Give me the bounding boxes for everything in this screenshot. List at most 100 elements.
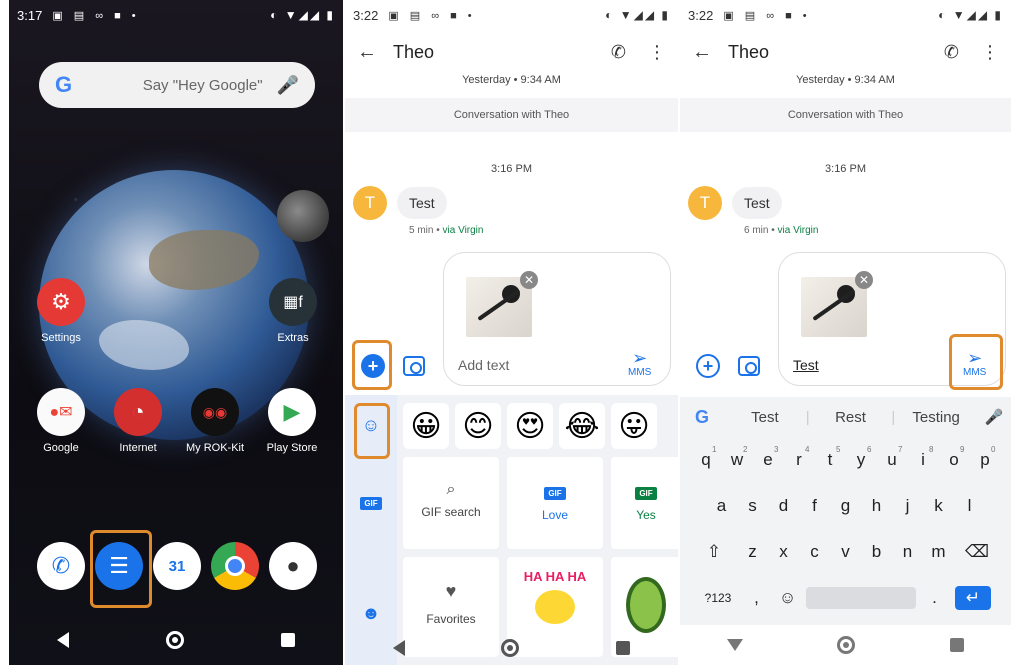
key-s[interactable]: s: [737, 489, 768, 523]
recents-icon[interactable]: [949, 638, 964, 652]
key-l[interactable]: l: [954, 489, 985, 523]
gif-search-card[interactable]: ⌕ GIF search: [403, 457, 499, 549]
gif-love-card[interactable]: GIF Love: [507, 457, 603, 549]
period-key[interactable]: .: [919, 581, 950, 615]
key-r[interactable]: r4: [784, 443, 815, 477]
compose-input[interactable]: Test: [793, 357, 819, 373]
back-icon[interactable]: [57, 632, 70, 648]
home-icon[interactable]: [837, 636, 856, 654]
google-g-icon[interactable]: G: [680, 407, 724, 428]
key-d[interactable]: d: [768, 489, 799, 523]
calendar-dock-icon[interactable]: 31: [153, 542, 201, 590]
emoji-grinning[interactable]: 😀: [403, 403, 449, 449]
nav-bar: [9, 615, 343, 665]
more-options-icon[interactable]: ⋮: [981, 42, 999, 63]
key-h[interactable]: h: [861, 489, 892, 523]
key-w[interactable]: w2: [722, 443, 753, 477]
key-a[interactable]: a: [706, 489, 737, 523]
suggestion-2[interactable]: Rest: [810, 409, 892, 426]
app-settings[interactable]: ⚙ Settings: [21, 278, 101, 344]
app-play-store[interactable]: ▶ Play Store: [252, 388, 332, 454]
google-search-bar[interactable]: G Say "Hey Google" 🎤: [39, 62, 315, 108]
add-attachment-plus-icon[interactable]: +: [696, 354, 720, 378]
camera-icon[interactable]: [738, 356, 760, 376]
emoji-tears-of-joy[interactable]: 😂: [559, 403, 605, 449]
key-g[interactable]: g: [830, 489, 861, 523]
compose-box[interactable]: ✕ Add text ➢ MMS: [443, 252, 671, 386]
conversation-title: Theo: [393, 41, 435, 62]
comma-key[interactable]: ,: [741, 581, 772, 615]
key-q[interactable]: q1: [691, 443, 722, 477]
status-time: 3:17: [17, 7, 43, 23]
key-y[interactable]: y6: [846, 443, 877, 477]
recents-icon[interactable]: [615, 641, 630, 655]
mic-icon[interactable]: 🎤: [977, 408, 1011, 426]
app-google[interactable]: ●✉ Google: [21, 388, 101, 454]
chrome-dock-icon[interactable]: [211, 542, 259, 590]
gif-yes-card[interactable]: GIF Yes: [611, 457, 678, 549]
system-icons: ◐ ▼◢◢ ▮: [605, 8, 670, 22]
space-key[interactable]: [803, 581, 919, 615]
key-m[interactable]: m: [923, 535, 954, 569]
avatar[interactable]: T: [688, 186, 722, 220]
message-bubble[interactable]: Test: [732, 187, 782, 219]
key-z[interactable]: z: [737, 535, 768, 569]
key-b[interactable]: b: [861, 535, 892, 569]
camera-icon[interactable]: [403, 356, 425, 376]
app-extras[interactable]: ▦f Extras: [253, 278, 333, 344]
key-f[interactable]: f: [799, 489, 830, 523]
symbols-key[interactable]: ?123: [695, 581, 741, 615]
key-j[interactable]: j: [892, 489, 923, 523]
shift-key-icon[interactable]: ⇧: [691, 535, 737, 569]
enter-key-icon[interactable]: ↵: [950, 581, 996, 615]
google-logo-icon: G: [55, 72, 73, 97]
send-mms-button[interactable]: ➢ MMS: [628, 349, 651, 378]
key-u[interactable]: u7: [877, 443, 908, 477]
suggestion-3[interactable]: Testing: [895, 409, 977, 426]
home-icon[interactable]: [165, 631, 184, 649]
key-p[interactable]: p0: [970, 443, 1001, 477]
key-o[interactable]: o9: [939, 443, 970, 477]
back-icon[interactable]: [393, 640, 406, 656]
key-e[interactable]: e3: [753, 443, 784, 477]
notification-icons: ▣ ▤ ∞ ■ •: [388, 9, 476, 22]
timestamp-top: Yesterday • 9:34 AM: [462, 74, 561, 86]
recents-icon[interactable]: [280, 633, 295, 647]
phone-call-icon[interactable]: ✆: [611, 42, 626, 63]
back-arrow-icon[interactable]: ←: [692, 41, 722, 64]
home-icon[interactable]: [501, 639, 520, 657]
emoji-heart-eyes[interactable]: 😍: [507, 403, 553, 449]
key-v[interactable]: v: [830, 535, 861, 569]
key-t[interactable]: t5: [815, 443, 846, 477]
phone-call-icon[interactable]: ✆: [944, 42, 959, 63]
compose-input[interactable]: Add text: [458, 357, 509, 373]
remove-attachment-icon[interactable]: ✕: [855, 271, 873, 289]
phone-dock-icon[interactable]: ✆: [37, 542, 85, 590]
more-options-icon[interactable]: ⋮: [648, 42, 666, 63]
keyboard-hide-icon[interactable]: [727, 639, 744, 651]
remove-attachment-icon[interactable]: ✕: [520, 271, 538, 289]
suggestion-1[interactable]: Test: [724, 409, 806, 426]
sticker-tab-icon[interactable]: ☻: [355, 597, 387, 629]
backspace-key-icon[interactable]: ⌫: [954, 535, 1000, 569]
key-x[interactable]: x: [768, 535, 799, 569]
key-i[interactable]: i8: [908, 443, 939, 477]
key-c[interactable]: c: [799, 535, 830, 569]
key-k[interactable]: k: [923, 489, 954, 523]
key-n[interactable]: n: [892, 535, 923, 569]
back-arrow-icon[interactable]: ←: [357, 41, 387, 64]
emoji-key-icon[interactable]: ☺: [772, 581, 803, 615]
emoji-tongue[interactable]: 😛: [611, 403, 657, 449]
app-label: Google: [43, 442, 79, 454]
message-meta: 5 min • via Virgin: [409, 225, 484, 236]
gif-tab-icon[interactable]: GIF: [355, 487, 387, 519]
message-bubble[interactable]: Test: [397, 187, 447, 219]
app-internet[interactable]: ◔ Internet: [98, 388, 178, 454]
mic-icon[interactable]: 🎤: [277, 75, 299, 96]
app-my-rok-kit[interactable]: ◉◉ My ROK-Kit: [175, 388, 255, 454]
avatar[interactable]: T: [353, 186, 387, 220]
emoji-tab-highlight: [354, 403, 390, 459]
conversation-header: Yesterday • 9:34 AM Conversation with Th…: [345, 74, 678, 132]
emoji-smiling[interactable]: 😊: [455, 403, 501, 449]
camera-dock-icon[interactable]: ●: [269, 542, 317, 590]
